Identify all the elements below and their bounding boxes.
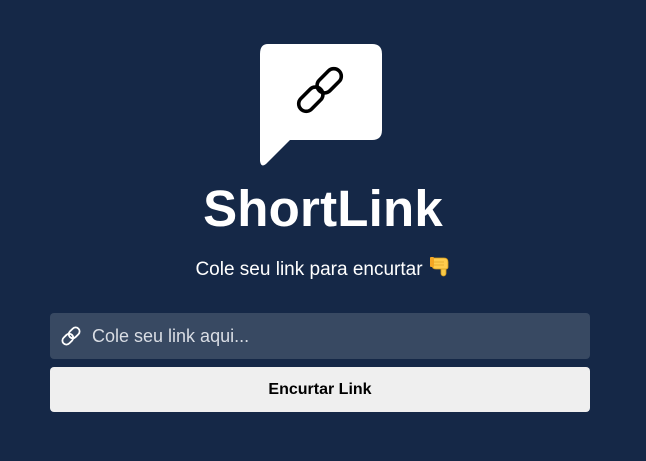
shorten-link-button[interactable]: Encurtar Link — [50, 367, 590, 412]
subtitle-text: Cole seu link para encurtar — [195, 259, 423, 280]
subtitle: Cole seu link para encurtar — [0, 256, 646, 285]
link-input[interactable] — [92, 313, 582, 359]
link-input-container[interactable] — [50, 313, 590, 359]
link-icon — [61, 326, 81, 346]
shortlink-page: ShortLink Cole seu link para encurtar En — [0, 0, 646, 461]
chain-link-logo-icon — [258, 44, 382, 166]
pointing-down-hand-icon — [429, 256, 451, 285]
app-title: ShortLink — [203, 180, 443, 237]
